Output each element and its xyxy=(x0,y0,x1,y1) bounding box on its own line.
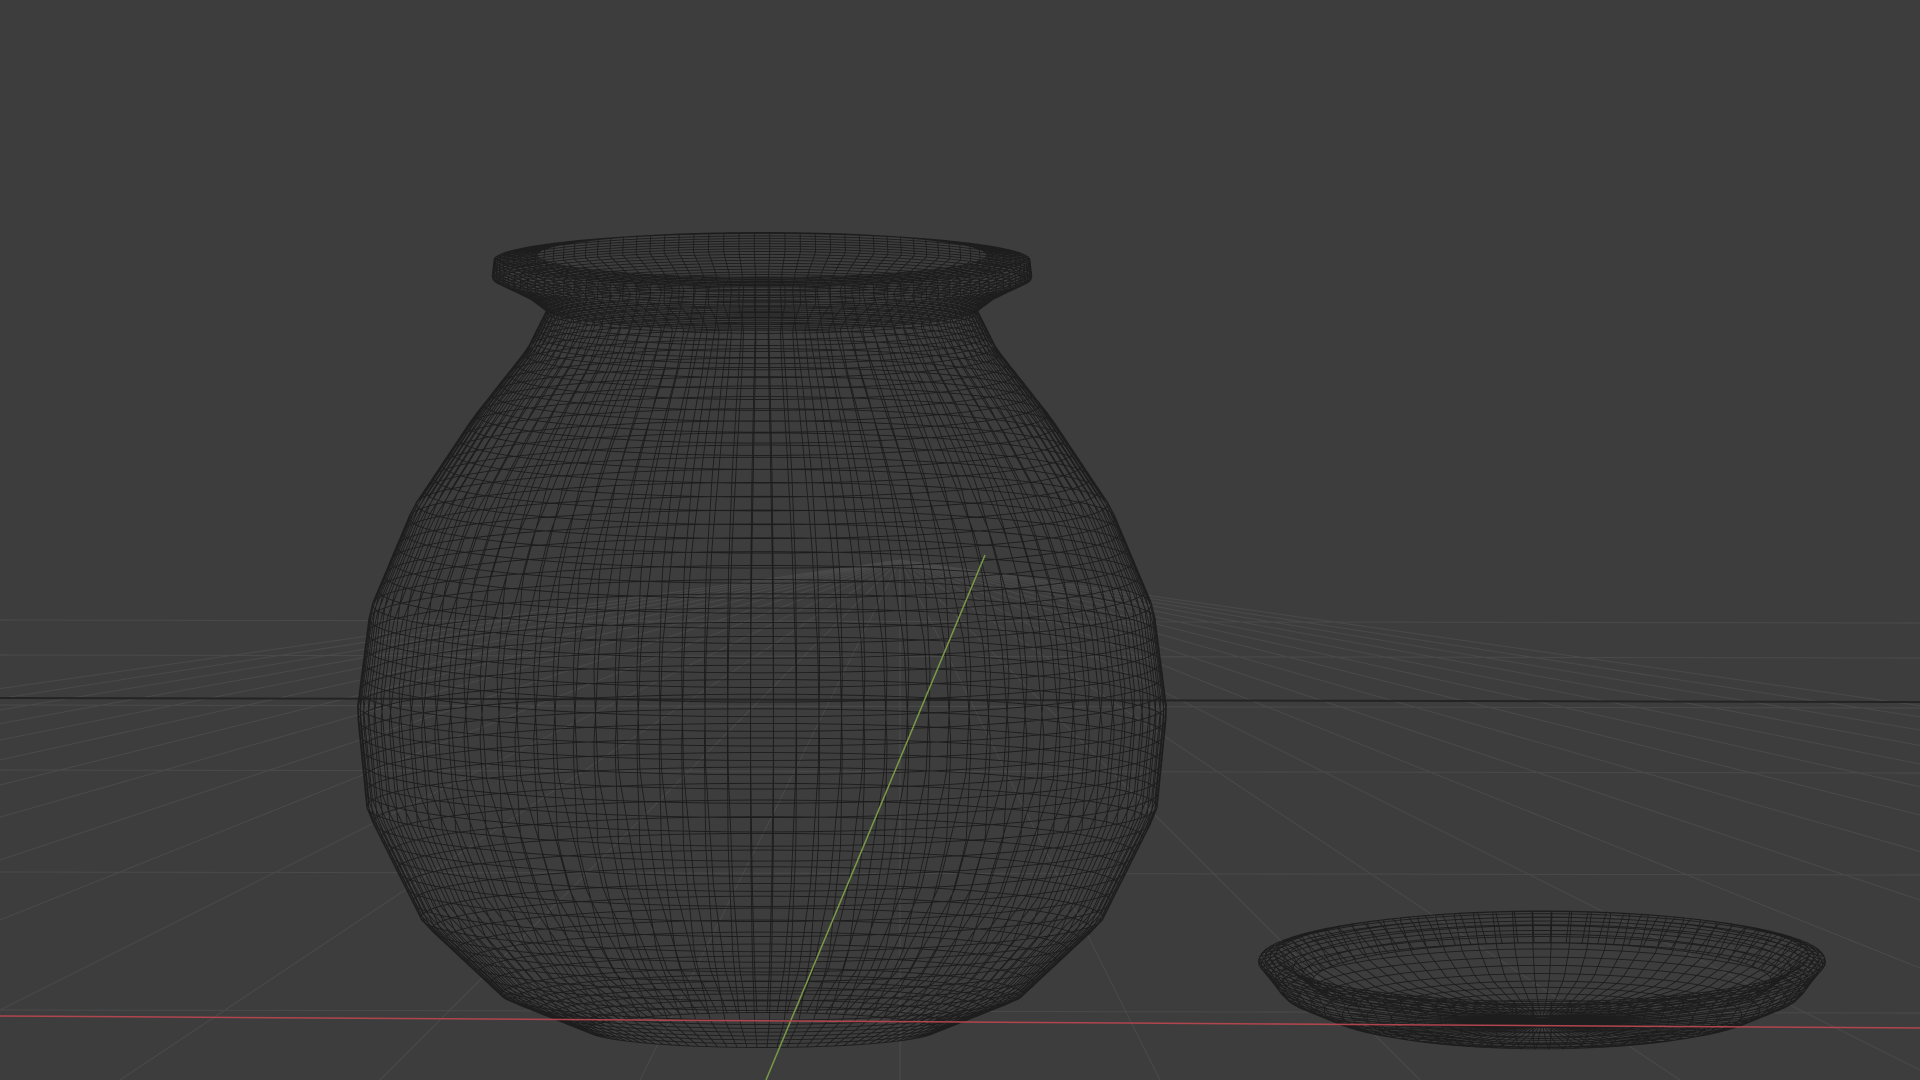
3d-viewport[interactable] xyxy=(0,0,1920,1080)
pot-wireframe-mesh[interactable] xyxy=(357,232,1167,1048)
horizon-line xyxy=(0,697,1920,703)
pot-rings xyxy=(357,232,1167,1048)
viewport-scene xyxy=(0,232,1920,1080)
